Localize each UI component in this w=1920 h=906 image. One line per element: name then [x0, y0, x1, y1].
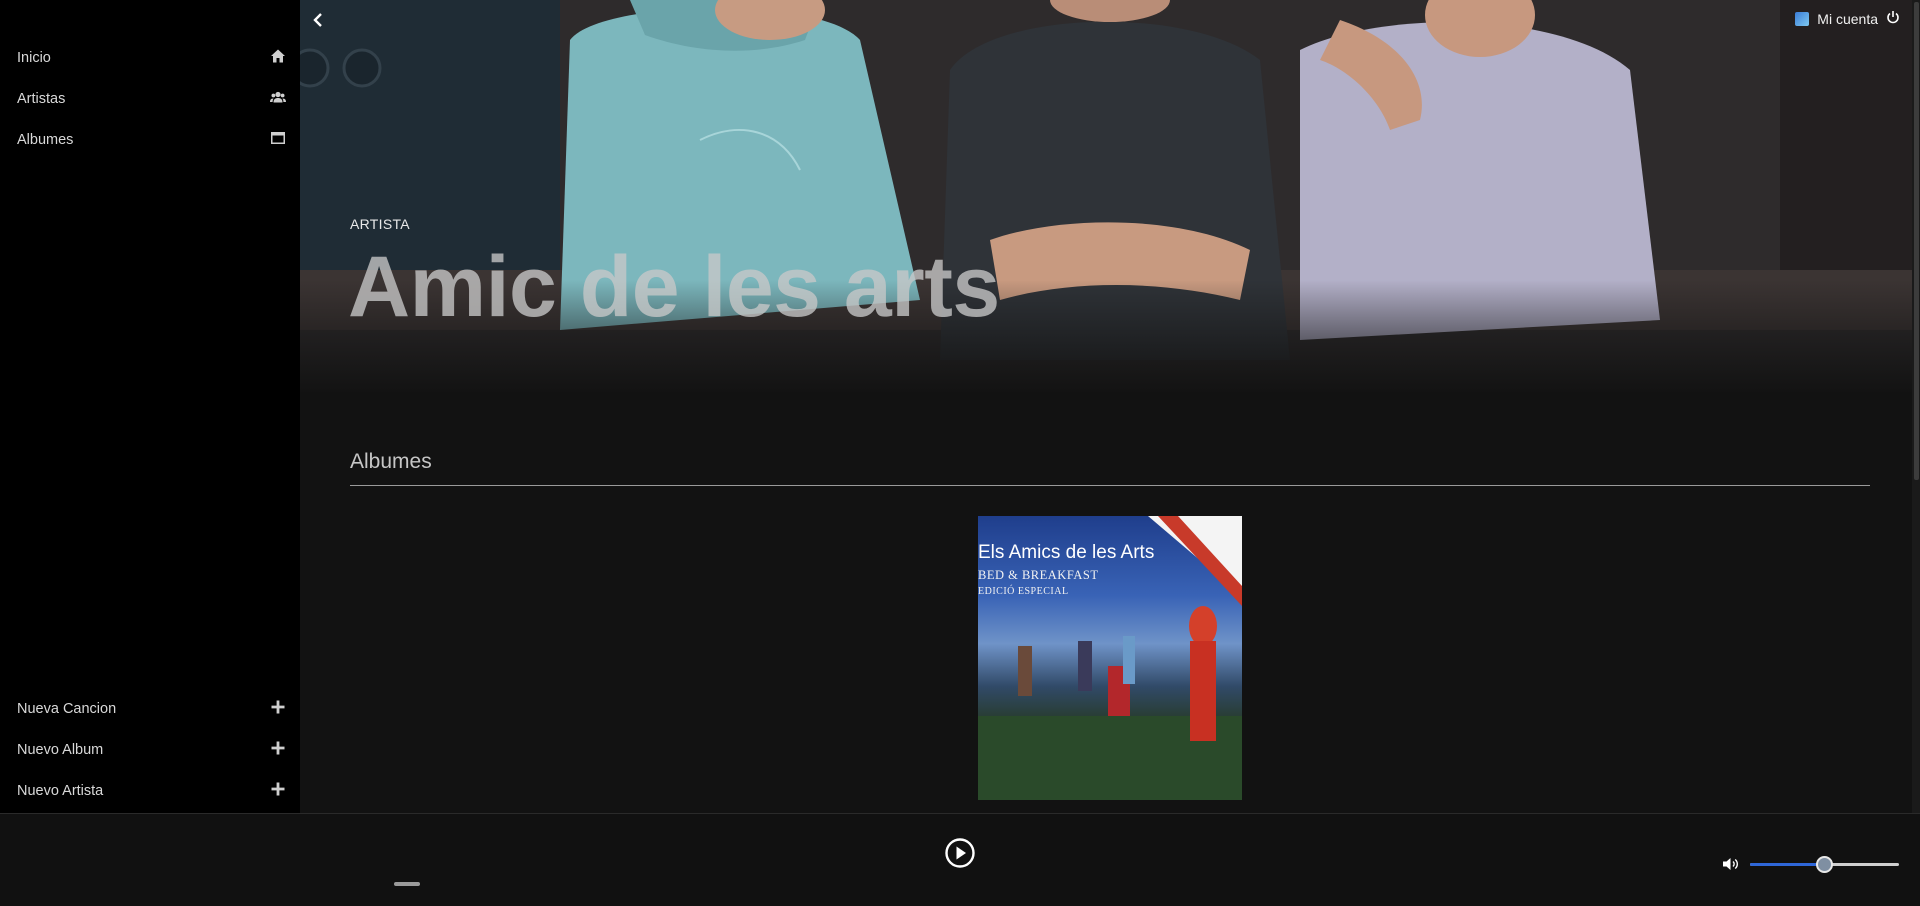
playback-progress-bar[interactable] — [394, 882, 420, 886]
sidebar-item-label: Nuevo Album — [17, 742, 104, 758]
sidebar: Inicio Artistas Albumes Nueva Cancion Nu… — [0, 0, 300, 813]
sidebar-item-inicio[interactable]: Inicio — [0, 38, 300, 78]
volume-slider-thumb[interactable] — [1815, 856, 1833, 873]
sidebar-item-label: Albumes — [17, 132, 74, 148]
plus-icon — [270, 781, 286, 801]
power-icon[interactable] — [1886, 10, 1900, 27]
plus-icon — [270, 740, 286, 760]
window-icon — [270, 130, 286, 150]
player-bar — [0, 813, 1920, 906]
album-cover-title: Els Amics de les Arts — [978, 542, 1155, 563]
play-button[interactable] — [944, 837, 976, 869]
new-artist-button[interactable]: Nuevo Artista — [0, 771, 300, 811]
sidebar-item-label: Nueva Cancion — [17, 701, 117, 717]
chevron-left-icon — [313, 13, 322, 27]
albums-section-title: Albumes — [350, 450, 432, 473]
sidebar-item-artistas[interactable]: Artistas — [0, 79, 300, 119]
account-menu: Mi cuenta — [1795, 10, 1900, 27]
scrollbar[interactable] — [1912, 0, 1920, 813]
sidebar-item-label: Nuevo Artista — [17, 783, 104, 799]
avatar[interactable] — [1795, 11, 1810, 26]
main-content: ARTISTA Amic de les arts Mi cuenta Album… — [300, 0, 1920, 813]
section-divider — [350, 485, 1870, 486]
scrollbar-thumb[interactable] — [1914, 2, 1919, 480]
artist-hero-banner: ARTISTA Amic de les arts — [300, 0, 1920, 395]
album-card[interactable]: Els Amics de les Arts BED & BREAKFAST ED… — [978, 516, 1242, 800]
sidebar-item-label: Artistas — [17, 91, 66, 107]
back-button[interactable] — [308, 8, 328, 32]
users-icon — [270, 89, 286, 109]
new-album-button[interactable]: Nuevo Album — [0, 730, 300, 770]
sidebar-item-albumes[interactable]: Albumes — [0, 120, 300, 160]
artist-name: Amic de les arts — [348, 239, 1000, 335]
album-cover-edition: EDICIÓ ESPECIAL — [978, 586, 1069, 597]
volume-icon[interactable] — [1722, 857, 1740, 871]
new-song-button[interactable]: Nueva Cancion — [0, 689, 300, 729]
sidebar-item-label: Inicio — [17, 50, 51, 66]
volume-slider-fill — [1750, 863, 1825, 866]
volume-slider[interactable] — [1750, 856, 1899, 873]
account-link[interactable]: Mi cuenta — [1817, 11, 1878, 27]
album-cover-subtitle: BED & BREAKFAST — [978, 568, 1099, 582]
home-icon — [270, 48, 286, 68]
artist-type-label: ARTISTA — [350, 216, 410, 232]
plus-icon — [270, 699, 286, 719]
